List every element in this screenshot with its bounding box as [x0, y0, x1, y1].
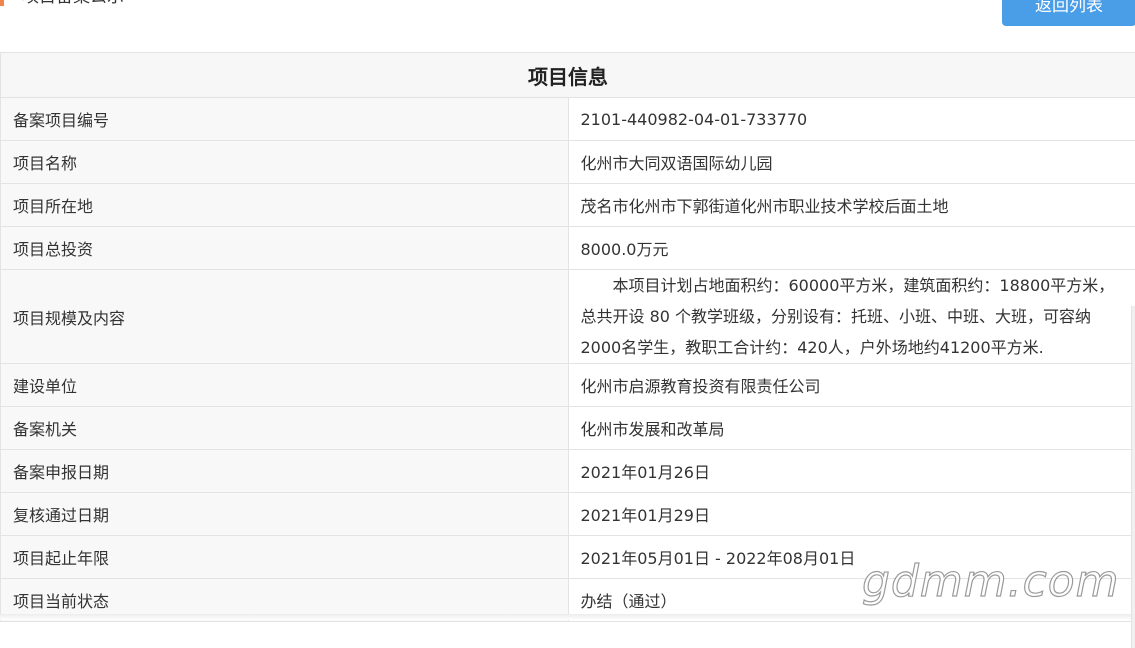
table-row: 项目名称 化州市大同双语国际幼儿园 [0, 140, 1135, 184]
back-to-list-button[interactable]: 返回列表 [1002, 0, 1135, 26]
scrollbar-track[interactable] [1131, 306, 1135, 648]
page-header: 项目备案公示 返回列表 [0, 0, 1135, 52]
table-row: 备案机关 化州市发展和改革局 [0, 406, 1135, 450]
page-title: 项目备案公示 [22, 0, 124, 8]
row-label-location: 项目所在地 [0, 183, 569, 227]
table-row: 项目总投资 8000.0万元 [0, 226, 1135, 270]
row-label-review-date: 复核通过日期 [0, 492, 569, 536]
row-label-record-number: 备案项目编号 [0, 97, 569, 141]
row-label-construction-unit: 建设单位 [0, 363, 569, 407]
table-row: 项目规模及内容 本项目计划占地面积约：60000平方米，建筑面积约：18800平… [0, 269, 1135, 364]
table-row: 备案项目编号 2101-440982-04-01-733770 [0, 97, 1135, 141]
row-value-location: 茂名市化州市下郭街道化州市职业技术学校后面土地 [567, 183, 1135, 227]
project-info-table: 项目信息 备案项目编号 2101-440982-04-01-733770 项目名… [0, 52, 1135, 622]
section-divider [0, 614, 1135, 620]
row-value-scale-content: 本项目计划占地面积约：60000平方米，建筑面积约：18800平方米，总共开设 … [567, 269, 1135, 364]
row-label-period: 项目起止年限 [0, 535, 569, 579]
watermark-logo: gdmm.com [861, 555, 1120, 607]
row-value-record-authority: 化州市发展和改革局 [567, 406, 1135, 450]
table-title: 项目信息 [0, 52, 1135, 98]
row-label-total-investment: 项目总投资 [0, 226, 569, 270]
row-value-review-date: 2021年01月29日 [567, 492, 1135, 536]
table-row: 项目所在地 茂名市化州市下郭街道化州市职业技术学校后面土地 [0, 183, 1135, 227]
row-value-total-investment: 8000.0万元 [567, 226, 1135, 270]
title-accent-bar [0, 0, 4, 6]
page: 项目备案公示 返回列表 项目信息 备案项目编号 2101-440982-04-0… [0, 0, 1135, 648]
table-row: 建设单位 化州市启源教育投资有限责任公司 [0, 363, 1135, 407]
row-label-project-name: 项目名称 [0, 140, 569, 184]
table-row: 备案申报日期 2021年01月26日 [0, 449, 1135, 493]
row-value-application-date: 2021年01月26日 [567, 449, 1135, 493]
row-label-application-date: 备案申报日期 [0, 449, 569, 493]
row-label-scale-content: 项目规模及内容 [0, 269, 569, 364]
row-value-record-number: 2101-440982-04-01-733770 [567, 97, 1135, 141]
table-row: 复核通过日期 2021年01月29日 [0, 492, 1135, 536]
row-label-record-authority: 备案机关 [0, 406, 569, 450]
table-header-row: 项目信息 [0, 52, 1135, 98]
row-value-project-name: 化州市大同双语国际幼儿园 [567, 140, 1135, 184]
row-value-construction-unit: 化州市启源教育投资有限责任公司 [567, 363, 1135, 407]
